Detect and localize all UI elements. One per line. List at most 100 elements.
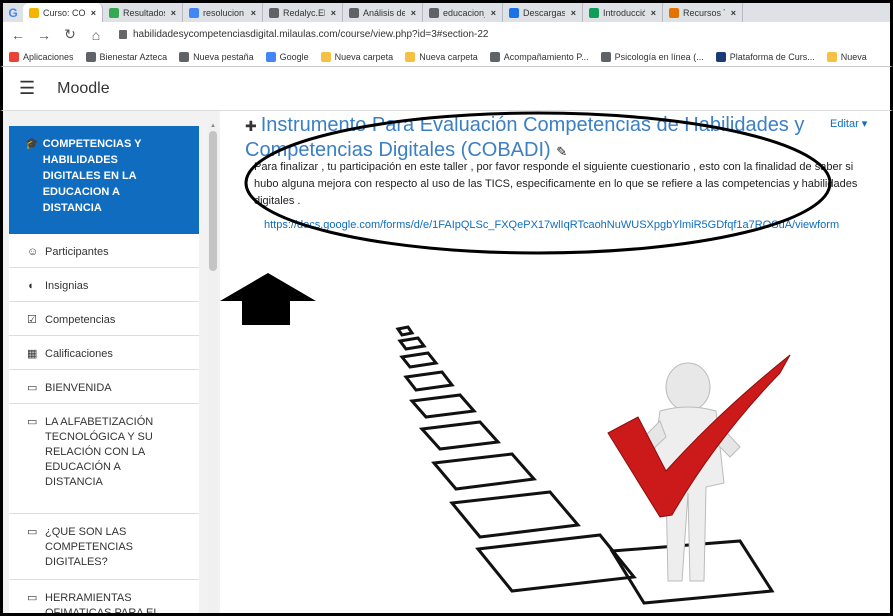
tab-label: educacion_ — [443, 7, 485, 18]
edit-menu[interactable]: Editar ▾ — [830, 117, 867, 130]
bookmark-item[interactable]: Aplicaciones — [9, 51, 74, 62]
tab-favicon-icon — [189, 7, 199, 18]
drawer-item-label: HERRAMIENTAS OFIMATICAS PARA EL — [45, 592, 160, 616]
address-bar[interactable]: habilidadesycompetenciasdigital.milaulas… — [119, 29, 488, 40]
bookmark-item[interactable]: Nueva carpeta — [405, 51, 478, 62]
tab-close-icon[interactable]: × — [251, 8, 256, 18]
bookmark-label: Bienestar Azteca — [99, 51, 168, 62]
browser-tab[interactable]: Redalyc.El p × — [263, 3, 343, 22]
bookmark-item[interactable]: Nueva pestaña — [179, 51, 254, 62]
forward-icon[interactable]: → — [37, 27, 51, 43]
tab-favicon-icon — [349, 7, 359, 18]
bookmark-item[interactable]: Nueva carpeta — [320, 51, 394, 62]
tab-close-icon[interactable]: × — [571, 8, 576, 18]
bookmark-icon — [320, 51, 331, 62]
drawer-scroll-thumb[interactable] — [209, 131, 217, 271]
drawer-item-label: BIENVENIDA — [45, 382, 112, 394]
tab-favicon-icon — [429, 7, 439, 18]
drawer-item-label: Insignias — [45, 280, 89, 292]
browser-tab[interactable]: resolucion d × — [183, 3, 263, 22]
bookmark-icon — [489, 51, 500, 62]
move-icon[interactable]: ✚ — [245, 118, 257, 134]
section-description: Para finalizar , tu participación en est… — [254, 161, 858, 207]
bookmark-label: Nueva — [840, 51, 867, 62]
reload-icon[interactable]: ↻ — [63, 26, 77, 43]
section-title: ✚ Instrumento Para Evaluación Competencia… — [245, 113, 805, 164]
back-icon[interactable]: ← — [11, 27, 25, 43]
tab-close-icon[interactable]: × — [91, 8, 96, 18]
tab-label: Análisis del — [363, 7, 405, 18]
bookmark-icon — [826, 51, 837, 62]
bookmark-icon — [85, 51, 96, 62]
person-figure — [629, 362, 741, 582]
tab-label: resolucion d — [203, 7, 245, 18]
bookmark-item[interactable]: Plataforma de Curs... — [715, 51, 815, 62]
tab-close-icon[interactable]: × — [171, 8, 176, 18]
scroll-up-icon[interactable]: ▲ — [210, 123, 216, 129]
drawer-course-item[interactable]: 🎓 COMPETENCIAS Y HABILIDADES DIGITALES E… — [9, 126, 199, 234]
check-mark-icon — [607, 354, 791, 518]
pencil-icon[interactable]: ✎ — [556, 144, 567, 159]
drawer-item[interactable]: ▦ Calificaciones — [9, 336, 199, 370]
drawer-item[interactable]: ▭ BIENVENIDA — [9, 370, 199, 404]
bookmarks-bar: Aplicaciones Bienestar Azteca Nueva pestañ… — [0, 47, 893, 67]
bookmark-label: Google — [279, 51, 309, 62]
drawer-item-label: ¿QUE SON LAS COMPETENCIAS DIGITALES? — [45, 526, 134, 568]
drawer-item[interactable]: ◖ Insignias — [9, 268, 199, 302]
tab-close-icon[interactable]: × — [491, 8, 496, 18]
bookmark-icon — [405, 51, 416, 62]
bookmark-label: Nueva carpeta — [334, 51, 394, 62]
tab-close-icon[interactable]: × — [651, 8, 656, 18]
menu-icon[interactable]: ☰ — [19, 78, 35, 99]
table-icon: ▦ — [27, 348, 38, 360]
bookmark-label: Acompañamiento P... — [503, 51, 589, 62]
drawer-item[interactable]: ☺ Participantes — [9, 234, 199, 268]
users-icon: ☺ — [27, 246, 39, 258]
nav-drawer: 🎓 COMPETENCIAS Y HABILIDADES DIGITALES E… — [0, 111, 220, 616]
browser-tab[interactable]: Recursos Te × — [663, 3, 743, 22]
tab-label: Descargas — [523, 7, 565, 18]
google-icon: G — [8, 5, 18, 20]
bookmark-item[interactable]: Google — [265, 51, 309, 62]
google-form-link[interactable]: https://docs.google.com/forms/d/e/1FAIpQ… — [264, 219, 839, 231]
drawer-item[interactable]: ▭ ¿QUE SON LAS COMPETENCIAS DIGITALES? — [9, 514, 199, 580]
bookmark-label: Plataforma de Curs... — [729, 51, 815, 62]
tab-favicon-icon — [109, 7, 119, 18]
drawer-item-label: LA ALFABETIZACIÓN TECNOLÓGICA Y SU RELAC… — [45, 416, 154, 488]
browser-tab[interactable]: Introducció × — [583, 3, 663, 22]
drawer-item[interactable]: ▭ HERRAMIENTAS OFIMATICAS PARA EL — [9, 580, 199, 616]
tab-favicon-icon — [669, 7, 679, 18]
drawer-course-label: COMPETENCIAS Y HABILIDADES DIGITALES EN … — [42, 138, 142, 214]
browser-tab[interactable]: Descargas × — [503, 3, 583, 22]
bookmark-item[interactable]: Acompañamiento P... — [489, 51, 589, 62]
folder-icon: ▭ — [27, 526, 38, 538]
drawer-item-label: Calificaciones — [45, 348, 113, 360]
tab-close-icon[interactable]: × — [731, 8, 736, 18]
tab-favicon-icon — [29, 7, 39, 18]
tab-label: Resultados — [123, 7, 165, 18]
bookmark-label: Psicología en línea (... — [614, 51, 704, 62]
drawer-item[interactable]: ☑ Competencias — [9, 302, 199, 336]
section-title-line-1: Instrumento Para Evaluación Competencias… — [260, 114, 805, 136]
tab-label: Introducció — [603, 7, 645, 18]
drawer-item-label: Competencias — [45, 314, 116, 326]
browser-tab[interactable]: Análisis del × — [343, 3, 423, 22]
folder-icon: ▭ — [27, 592, 38, 604]
bookmark-icon — [600, 51, 611, 62]
tab-close-icon[interactable]: × — [411, 8, 416, 18]
bookmark-item[interactable]: Psicología en línea (... — [600, 51, 704, 62]
drawer-item-label: Participantes — [45, 246, 109, 258]
browser-tab[interactable]: Resultados × — [103, 3, 183, 22]
browser-tab[interactable]: educacion_ × — [423, 3, 503, 22]
browser-tab[interactable]: Curso: COM × — [23, 3, 103, 22]
main-content: ✚ Instrumento Para Evaluación Competencia… — [220, 111, 893, 616]
lock-icon — [119, 30, 127, 39]
bookmark-item[interactable]: Nueva — [826, 51, 867, 62]
bookmark-item[interactable]: Bienestar Azteca — [85, 51, 168, 62]
bookmark-icon — [179, 51, 190, 62]
home-icon[interactable]: ⌂ — [89, 27, 103, 43]
tab-close-icon[interactable]: × — [331, 8, 336, 18]
graduation-cap-icon: 🎓 — [25, 138, 39, 150]
site-brand[interactable]: Moodle — [57, 80, 109, 98]
drawer-item[interactable]: ▭ LA ALFABETIZACIÓN TECNOLÓGICA Y SU RELA… — [9, 404, 199, 514]
